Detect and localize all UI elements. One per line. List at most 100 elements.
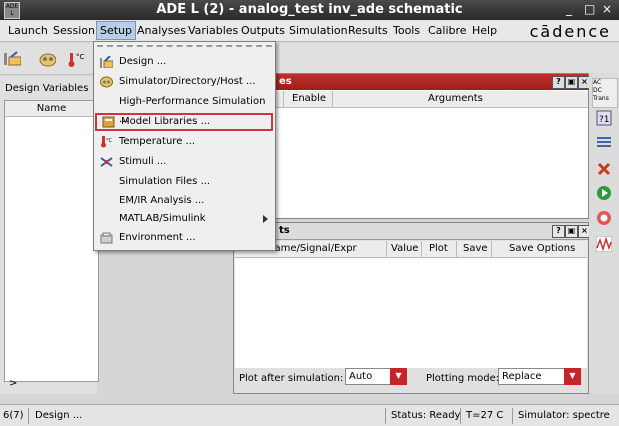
analyses-title: es <box>279 76 292 87</box>
column-value[interactable]: Value <box>391 243 418 254</box>
menu-item-environment[interactable]: Environment ... <box>95 229 274 247</box>
float-icon[interactable]: ▣ <box>565 76 578 89</box>
menu-item-simulation-files[interactable]: Simulation Files ... <box>95 173 274 191</box>
status-ready: Status: Ready <box>391 410 461 421</box>
status-temperature: T=27 C <box>466 410 504 421</box>
stimuli-icon <box>100 157 113 167</box>
plotting-mode-value: Replace <box>502 371 542 382</box>
simulator-icon <box>100 76 113 88</box>
minimize-button[interactable]: _ <box>566 2 572 16</box>
analyses-panel: es ? ▣ × Enable Arguments <box>233 73 591 219</box>
design-variables-panel: Design Variables Name > <box>0 76 99 394</box>
column-save[interactable]: Save <box>463 243 488 254</box>
menu-help[interactable]: Help <box>472 24 497 37</box>
analysis-trans[interactable]: Trans <box>593 95 617 103</box>
right-toolbar: AC DC Trans ?1 <box>589 73 619 393</box>
status-simulator: Simulator: spectre <box>518 410 610 421</box>
menu-item-label: Design ... <box>119 56 167 67</box>
model-libraries-icon <box>102 116 115 128</box>
menu-session[interactable]: Session <box>53 24 95 37</box>
thermometer-icon: °C <box>101 136 113 148</box>
menu-results[interactable]: Results <box>348 24 388 37</box>
menu-simulation[interactable]: Simulation <box>289 24 348 37</box>
design-icon <box>100 56 113 68</box>
menu-outputs[interactable]: Outputs <box>241 24 285 37</box>
stop-simulation-icon[interactable] <box>596 210 612 226</box>
menu-item-high-performance-simulation[interactable]: High-Performance Simulation ... <box>95 93 274 125</box>
run-simulation-icon[interactable] <box>596 185 612 201</box>
menu-variables[interactable]: Variables <box>188 24 238 37</box>
menu-launch[interactable]: Launch <box>8 24 48 37</box>
close-button[interactable]: × <box>602 2 612 16</box>
help-icon[interactable]: ? <box>552 76 565 89</box>
plot-after-value: Auto <box>349 371 373 382</box>
command-prompt: > <box>9 378 18 389</box>
setup-dropdown-menu: Design ... Simulator/Directory/Host ... … <box>93 41 276 251</box>
status-bar: 6(7) Design ... Status: Ready T=27 C Sim… <box>0 404 619 426</box>
menu-item-label: EM/IR Analysis ... <box>119 195 205 206</box>
outputs-title-bar: ts ? ▣ × <box>234 223 591 240</box>
svg-text:°C: °C <box>76 53 85 61</box>
column-name-signal-expr[interactable]: Name/Signal/Expr <box>267 243 357 254</box>
help-icon[interactable]: ? <box>552 225 565 238</box>
column-enable[interactable]: Enable <box>292 93 326 104</box>
menu-item-matlab-simulink[interactable]: MATLAB/Simulink <box>95 210 274 228</box>
menu-item-label: MATLAB/Simulink <box>119 213 206 224</box>
plot-after-simulation-select[interactable]: Auto ▼ <box>345 368 407 385</box>
analysis-dc[interactable]: DC <box>593 87 617 95</box>
variables-icon[interactable]: ?1 <box>596 110 612 126</box>
plotting-mode-select[interactable]: Replace ▼ <box>498 368 581 385</box>
svg-text:?1: ?1 <box>599 115 610 125</box>
outputs-icon[interactable] <box>596 134 612 150</box>
column-header-name[interactable]: Name <box>5 101 98 117</box>
column-arguments[interactable]: Arguments <box>428 93 483 104</box>
delete-icon[interactable] <box>596 161 612 177</box>
menu-setup[interactable]: Setup <box>96 21 137 40</box>
maximize-button[interactable]: □ <box>584 2 595 16</box>
column-save-options[interactable]: Save Options <box>509 243 575 254</box>
chevron-down-icon: ▼ <box>390 368 407 385</box>
menu-item-design[interactable]: Design ... <box>95 53 274 71</box>
menu-item-label: Simulator/Directory/Host ... <box>119 76 256 87</box>
menu-item-model-libraries[interactable]: Model Libraries ... <box>95 113 273 131</box>
design-variables-label: Design Variables <box>5 83 89 94</box>
menu-bar: Launch Session Setup Analyses Variables … <box>0 20 619 42</box>
outputs-table-body[interactable] <box>235 258 587 368</box>
outputs-columns: Name/Signal/Expr Value Plot Save Save Op… <box>235 241 587 258</box>
menu-item-label: Stimuli ... <box>119 156 167 167</box>
menu-item-label: Temperature ... <box>119 136 196 147</box>
float-icon[interactable]: ▣ <box>565 225 578 238</box>
menu-item-label: Simulation Files ... <box>119 176 211 187</box>
menu-item-simulator-directory-host[interactable]: Simulator/Directory/Host ... <box>95 73 274 91</box>
plot-outputs-icon[interactable] <box>596 236 612 252</box>
design-variables-table[interactable]: Name <box>4 100 99 382</box>
plot-after-simulation-label: Plot after simulation: <box>239 373 344 384</box>
simulator-icon[interactable] <box>38 51 56 67</box>
outputs-panel: ts ? ▣ × Name/Signal/Expr Value Plot Sav… <box>233 222 591 394</box>
svg-text:°C: °C <box>106 138 113 144</box>
menu-tools[interactable]: Tools <box>393 24 420 37</box>
menu-analyses[interactable]: Analyses <box>137 24 186 37</box>
temperature-icon[interactable]: °C <box>67 51 85 67</box>
column-plot[interactable]: Plot <box>429 243 448 254</box>
cadence-logo: cādence <box>529 22 611 41</box>
menu-item-stimuli[interactable]: Stimuli ... <box>95 153 274 171</box>
menu-item-em-ir-analysis[interactable]: EM/IR Analysis ... <box>95 192 274 210</box>
analysis-type-selector[interactable]: AC DC Trans <box>592 78 618 108</box>
analyses-title-bar: es ? ▣ × <box>234 74 591 90</box>
menu-item-label: Environment ... <box>119 232 196 243</box>
status-message: Design ... <box>35 410 83 421</box>
menu-calibre[interactable]: Calibre <box>428 24 467 37</box>
status-line-number: 6(7) <box>3 410 24 421</box>
plotting-mode-label: Plotting mode: <box>426 373 500 384</box>
analysis-ac[interactable]: AC <box>593 79 617 87</box>
tear-off-line[interactable] <box>97 45 272 47</box>
design-icon[interactable] <box>3 51 21 67</box>
outputs-title: ts <box>279 225 290 236</box>
chevron-down-icon: ▼ <box>564 368 581 385</box>
submenu-arrow-icon <box>263 215 268 223</box>
menu-item-temperature[interactable]: °C Temperature ... <box>95 133 274 151</box>
environment-icon <box>100 232 113 244</box>
window-title: ADE L (2) - analog_test inv_ade schemati… <box>156 2 463 17</box>
analyses-columns: Enable Arguments <box>234 91 588 108</box>
